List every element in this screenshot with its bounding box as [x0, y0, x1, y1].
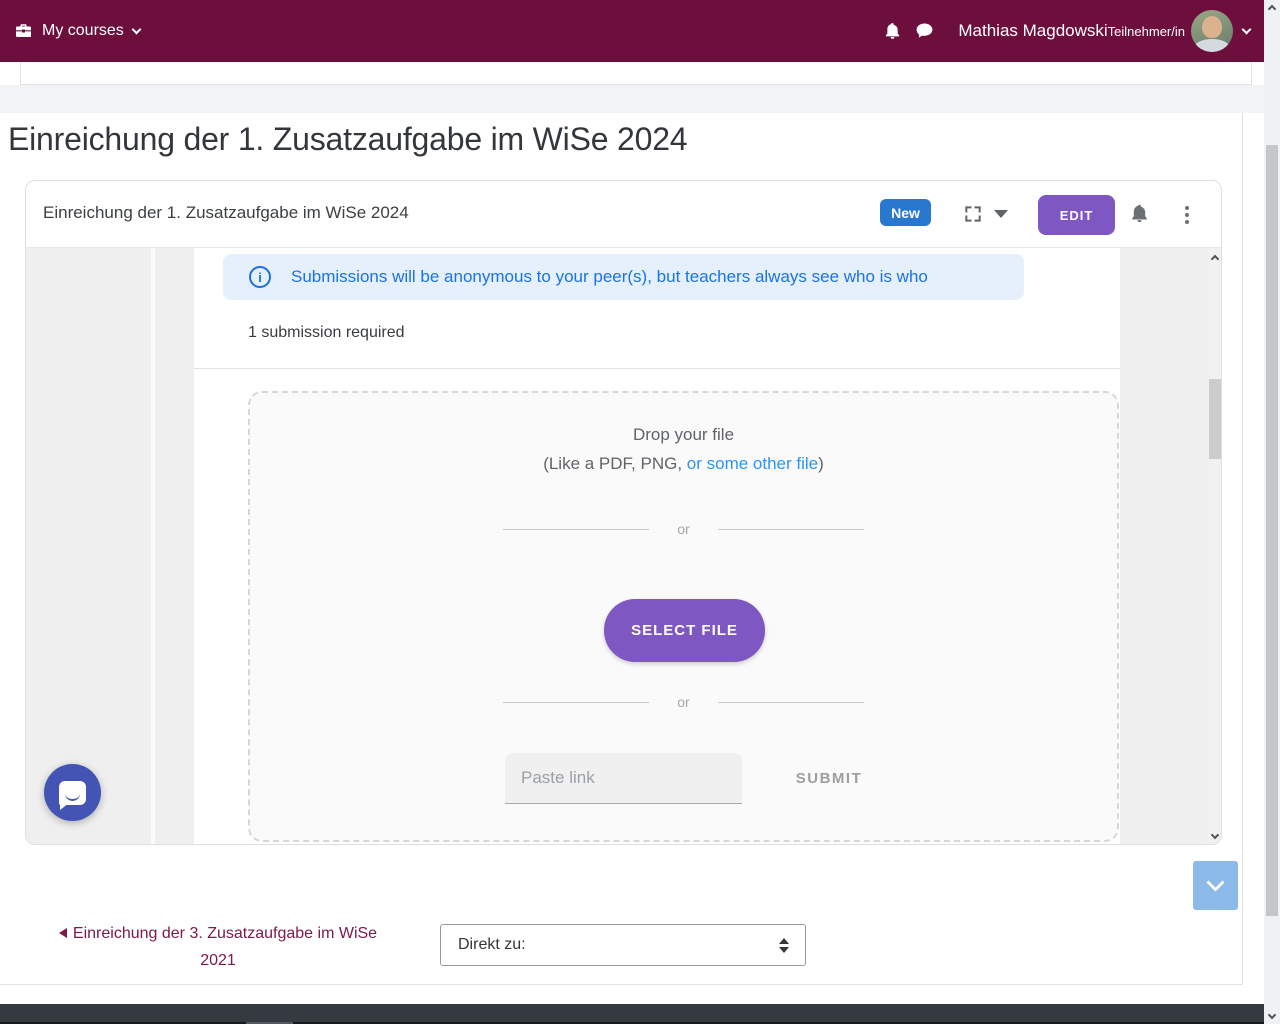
- scroll-up-arrow-icon[interactable]: [1210, 254, 1220, 264]
- jump-to-label: Direkt zu:: [458, 936, 526, 953]
- previous-section-remnant: [20, 62, 1252, 85]
- notification-bell-button[interactable]: [1129, 202, 1150, 225]
- new-badge: New: [880, 199, 931, 226]
- dropzone-hint: (Like a PDF, PNG, or some other file): [543, 454, 824, 473]
- dropzone-title: Drop your file: [632, 425, 735, 444]
- kebab-menu-button[interactable]: [1178, 200, 1196, 230]
- chat-icon: [914, 21, 935, 41]
- user-role: Teilnehmer/in: [1107, 23, 1185, 39]
- activity-card-title: Einreichung der 1. Zusatzaufgabe im WiSe…: [43, 203, 409, 222]
- briefcase-icon: [14, 22, 33, 40]
- messages-button[interactable]: [908, 15, 940, 47]
- or-divider: or: [250, 521, 1117, 537]
- embedded-tool-body: i Submissions will be anonymous to your …: [26, 248, 1221, 844]
- chevron-down-icon: [1206, 873, 1225, 892]
- info-banner: i Submissions will be anonymous to your …: [223, 254, 1024, 300]
- or-divider: or: [250, 694, 1117, 710]
- my-courses-menu[interactable]: My courses: [14, 22, 142, 40]
- user-name: Mathias Magdowski: [958, 21, 1108, 40]
- page-gap: [0, 85, 1264, 113]
- left-arrow-icon: [58, 928, 67, 938]
- scroll-down-arrow-icon[interactable]: [1267, 1010, 1277, 1020]
- chat-fab-button[interactable]: [44, 764, 101, 821]
- prev-activity-link[interactable]: Einreichung der 3. Zusatzaufgabe im WiSe…: [48, 920, 388, 974]
- iframe-scrollbar[interactable]: [1207, 248, 1221, 844]
- site-footer: [0, 1004, 1264, 1022]
- submission-requirement: 1 submission required: [248, 324, 405, 341]
- prev-activity-label: Einreichung der 3. Zusatzaufgabe im WiSe…: [72, 925, 378, 969]
- fullscreen-button[interactable]: [962, 203, 984, 225]
- user-menu[interactable]: Mathias Magdowski Teilnehmer/in: [940, 10, 1252, 52]
- avatar: [1191, 10, 1233, 52]
- chat-bubble-icon: [59, 780, 86, 810]
- scrollbar-thumb[interactable]: [1209, 379, 1221, 459]
- scroll-up-arrow-icon[interactable]: [1267, 4, 1277, 14]
- activity-card: Einreichung der 1. Zusatzaufgabe im WiSe…: [25, 180, 1222, 845]
- scroll-down-arrow-icon[interactable]: [1210, 830, 1220, 840]
- divider: [194, 368, 1120, 369]
- edit-button[interactable]: EDIT: [1038, 195, 1115, 235]
- activity-card-header: Einreichung der 1. Zusatzaufgabe im WiSe…: [26, 181, 1221, 248]
- submit-button[interactable]: SUBMIT: [774, 753, 884, 804]
- fullscreen-icon: [963, 204, 983, 224]
- select-file-button[interactable]: SELECT FILE: [604, 599, 765, 662]
- chevron-down-icon: [131, 24, 142, 35]
- info-banner-text: Submissions will be anonymous to your pe…: [291, 267, 928, 286]
- other-file-link[interactable]: or some other file: [687, 454, 818, 473]
- info-icon: i: [249, 266, 271, 288]
- divider: [151, 248, 155, 844]
- top-navbar: My courses Mathias Magdowski Teilnehmer/…: [0, 0, 1264, 62]
- scroll-down-button[interactable]: [1193, 861, 1238, 910]
- submission-panel: i Submissions will be anonymous to your …: [194, 248, 1120, 844]
- my-courses-label: My courses: [42, 22, 124, 39]
- page-scrollbar[interactable]: [1264, 0, 1280, 1024]
- select-arrows-icon: [779, 937, 789, 953]
- chevron-down-icon: [1241, 24, 1252, 35]
- caret-down-icon[interactable]: [994, 210, 1008, 218]
- notifications-button[interactable]: [876, 15, 908, 47]
- bell-icon: [1129, 202, 1150, 225]
- bell-icon: [883, 21, 902, 41]
- file-dropzone[interactable]: Drop your file (Like a PDF, PNG, or some…: [248, 391, 1119, 842]
- paste-link-input[interactable]: [505, 753, 742, 804]
- jump-to-select[interactable]: Direkt zu:: [440, 924, 806, 966]
- scrollbar-thumb[interactable]: [1266, 145, 1278, 916]
- page-title: Einreichung der 1. Zusatzaufgabe im WiSe…: [8, 121, 688, 157]
